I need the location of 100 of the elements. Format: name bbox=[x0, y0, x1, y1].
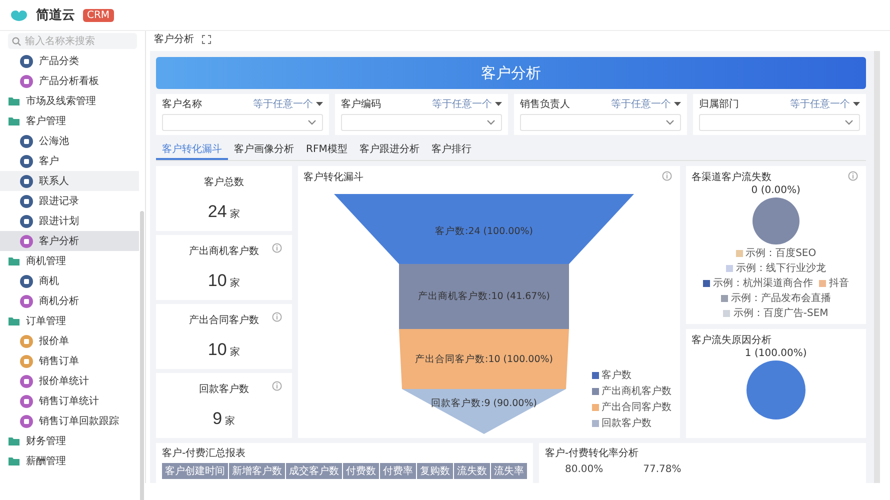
legend-item[interactable]: 产出商机客户数 bbox=[592, 384, 672, 398]
sidebar-item[interactable]: 产品分类 bbox=[0, 51, 139, 71]
select-field[interactable] bbox=[699, 114, 860, 131]
sidebar-item[interactable]: 跟进计划 bbox=[0, 211, 139, 231]
item-label: 销售订单 bbox=[39, 354, 79, 368]
column-header: 复购数 bbox=[417, 463, 453, 479]
search-placeholder: 输入名称来搜索 bbox=[25, 34, 95, 48]
select-field[interactable] bbox=[341, 114, 502, 131]
caret-icon bbox=[495, 102, 502, 106]
column-header: 流失率 bbox=[491, 463, 527, 479]
item-label: 商机 bbox=[39, 274, 59, 288]
sidebar-item[interactable]: 产品分析看板 bbox=[0, 71, 139, 91]
slice-label: 1 (100.00%) bbox=[744, 348, 807, 359]
item-label: 公海池 bbox=[39, 134, 69, 148]
sidebar-group[interactable]: 商机管理 bbox=[0, 251, 139, 271]
item-label: 销售订单统计 bbox=[39, 394, 99, 408]
info-icon bbox=[272, 312, 282, 322]
operator-dropdown[interactable]: 等于任意一个 bbox=[611, 97, 681, 111]
select-field[interactable] bbox=[162, 114, 323, 131]
item-label: 商机分析 bbox=[39, 294, 79, 308]
stat-unit: 家 bbox=[230, 346, 240, 360]
rate-value: 80.00% bbox=[565, 464, 604, 475]
folder-icon bbox=[8, 96, 20, 106]
stat-title: 产出商机客户数 bbox=[188, 244, 259, 258]
stat-value: 24 bbox=[208, 202, 227, 222]
breadcrumb-title: 客户分析 bbox=[154, 32, 194, 46]
chevron-down-icon bbox=[845, 120, 853, 125]
stat-unit: 家 bbox=[230, 208, 240, 222]
item-label: 客户分析 bbox=[39, 234, 79, 248]
stage-label: 回款客户数:9 (90.00%) bbox=[430, 398, 537, 409]
sidebar-item[interactable]: 跟进记录 bbox=[0, 191, 139, 211]
item-label: 产品分类 bbox=[39, 54, 79, 68]
sidebar-item[interactable]: 销售订单回款跟踪 bbox=[0, 411, 139, 431]
group-label: 财务管理 bbox=[26, 434, 66, 448]
tab[interactable]: 客户画像分析 bbox=[228, 140, 300, 160]
tab[interactable]: 客户转化漏斗 bbox=[156, 140, 228, 160]
card-title: 客户-付费转化率分析 bbox=[545, 448, 639, 459]
sidebar-item[interactable]: 商机分析 bbox=[0, 291, 139, 311]
operator-dropdown[interactable]: 等于任意一个 bbox=[790, 97, 860, 111]
tab[interactable]: 客户排行 bbox=[425, 140, 478, 160]
crm-badge: CRM bbox=[83, 8, 114, 22]
operator-dropdown[interactable]: 等于任意一个 bbox=[253, 97, 323, 111]
sidebar-item[interactable]: 客户 bbox=[0, 151, 139, 171]
stat-title: 客户总数 bbox=[204, 176, 244, 189]
sidebar-item[interactable]: 公海池 bbox=[0, 131, 139, 151]
operator-dropdown[interactable]: 等于任意一个 bbox=[432, 97, 502, 111]
group-label: 订单管理 bbox=[26, 314, 66, 328]
chevron-down-icon bbox=[487, 120, 495, 125]
caret-icon bbox=[316, 102, 323, 106]
logo-icon bbox=[10, 8, 28, 22]
filter-label: 销售负责人 bbox=[520, 98, 570, 111]
card-title: 各渠道客户流失数 bbox=[692, 170, 772, 184]
column-header: 客户创建时间 bbox=[162, 463, 228, 479]
legend-item[interactable]: 抖音 bbox=[818, 276, 849, 290]
sidebar-group[interactable]: 市场及线索管理 bbox=[0, 91, 139, 111]
info-icon bbox=[272, 381, 282, 391]
item-label: 产品分析看板 bbox=[39, 74, 99, 88]
folder-icon bbox=[8, 316, 20, 326]
group-label: 市场及线索管理 bbox=[26, 94, 96, 108]
group-label: 客户管理 bbox=[26, 114, 66, 128]
legend-label: 示例：百度SEO bbox=[746, 246, 816, 260]
sidebar-item[interactable]: 客户分析 bbox=[0, 231, 139, 251]
stat-title: 产出合同客户数 bbox=[188, 314, 259, 327]
legend-item[interactable]: 示例：百度SEO bbox=[736, 246, 816, 260]
legend-label: 产出合同客户数 bbox=[602, 400, 672, 414]
legend-item[interactable]: 客户数 bbox=[592, 368, 672, 382]
sidebar-item[interactable]: 销售订单统计 bbox=[0, 391, 139, 411]
sidebar-group[interactable]: 客户管理 bbox=[0, 111, 139, 131]
sidebar-group[interactable]: 订单管理 bbox=[0, 311, 139, 331]
column-header: 流失数 bbox=[454, 463, 490, 479]
sidebar-item[interactable]: 报价单 bbox=[0, 331, 139, 351]
legend-item[interactable]: 产出合同客户数 bbox=[592, 400, 672, 414]
sidebar-item[interactable]: 报价单统计 bbox=[0, 371, 139, 391]
chevron-down-icon bbox=[308, 120, 316, 125]
sidebar-group[interactable]: 薪酬管理 bbox=[0, 451, 139, 471]
item-label: 销售订单回款跟踪 bbox=[39, 414, 119, 428]
sidebar-group[interactable]: 财务管理 bbox=[0, 431, 139, 451]
folder-icon bbox=[8, 436, 20, 446]
column-header: 付费数 bbox=[343, 463, 379, 479]
info-icon bbox=[848, 171, 858, 181]
stage-label: 客户数:24 (100.00%) bbox=[434, 226, 533, 237]
slice-label: 0 (0.00%) bbox=[751, 185, 800, 196]
expand-icon bbox=[202, 34, 211, 44]
sidebar-item[interactable]: 联系人 bbox=[0, 171, 139, 191]
tab[interactable]: RFM模型 bbox=[300, 140, 354, 160]
filter-label: 客户编码 bbox=[341, 98, 381, 111]
legend-item[interactable]: 回款客户数 bbox=[592, 416, 672, 430]
select-field[interactable] bbox=[520, 114, 681, 131]
sidebar-item[interactable]: 销售订单 bbox=[0, 351, 139, 371]
column-header: 新增客户数 bbox=[229, 463, 285, 479]
sidebar-item[interactable]: 商机 bbox=[0, 271, 139, 291]
group-label: 商机管理 bbox=[26, 254, 66, 268]
legend-label: 回款客户数 bbox=[602, 416, 652, 430]
group-label: 薪酬管理 bbox=[26, 454, 66, 468]
caret-icon bbox=[853, 102, 860, 106]
legend-label: 抖音 bbox=[828, 276, 849, 290]
tab[interactable]: 客户跟进分析 bbox=[353, 140, 426, 160]
rate-value: 77.78% bbox=[643, 464, 682, 475]
column-header: 付费率 bbox=[380, 463, 416, 479]
folder-icon bbox=[8, 256, 20, 266]
